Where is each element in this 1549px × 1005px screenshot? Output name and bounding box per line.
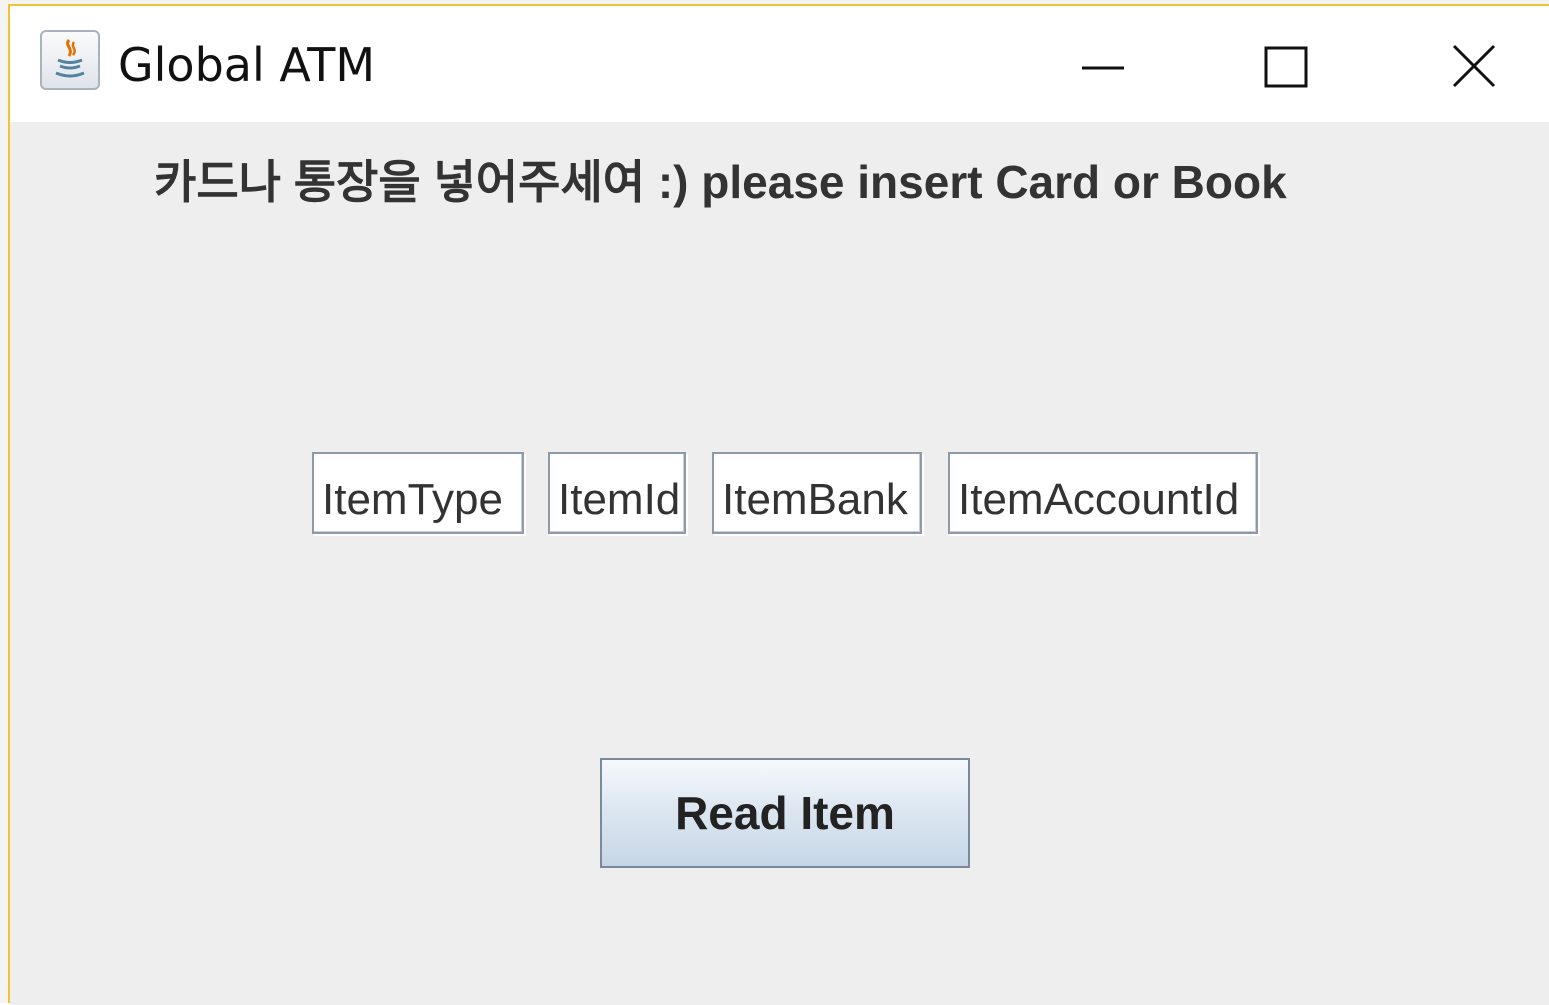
- content-panel: 카드나 통장을 넣어주세여 :) please insert Card or B…: [10, 122, 1549, 1005]
- read-item-button[interactable]: Read Item: [600, 758, 970, 868]
- close-icon: [1452, 44, 1496, 88]
- java-icon: [40, 30, 100, 90]
- maximize-icon: [1264, 46, 1308, 88]
- close-button[interactable]: [1426, 22, 1522, 116]
- item-type-field[interactable]: [312, 452, 524, 534]
- window-title: Global ATM: [118, 38, 376, 92]
- minimize-icon: [1082, 66, 1124, 70]
- item-bank-field[interactable]: [712, 452, 922, 534]
- item-id-field[interactable]: [548, 452, 686, 534]
- minimize-button[interactable]: [1054, 22, 1150, 116]
- title-bar[interactable]: Global ATM: [10, 6, 1549, 122]
- item-account-id-field[interactable]: [948, 452, 1258, 534]
- instruction-label: 카드나 통장을 넣어주세여 :) please insert Card or B…: [154, 156, 1287, 208]
- maximize-button[interactable]: [1238, 22, 1334, 116]
- app-window: Global ATM 카드나 통장을 넣어주세여 :) please inser…: [8, 4, 1549, 1005]
